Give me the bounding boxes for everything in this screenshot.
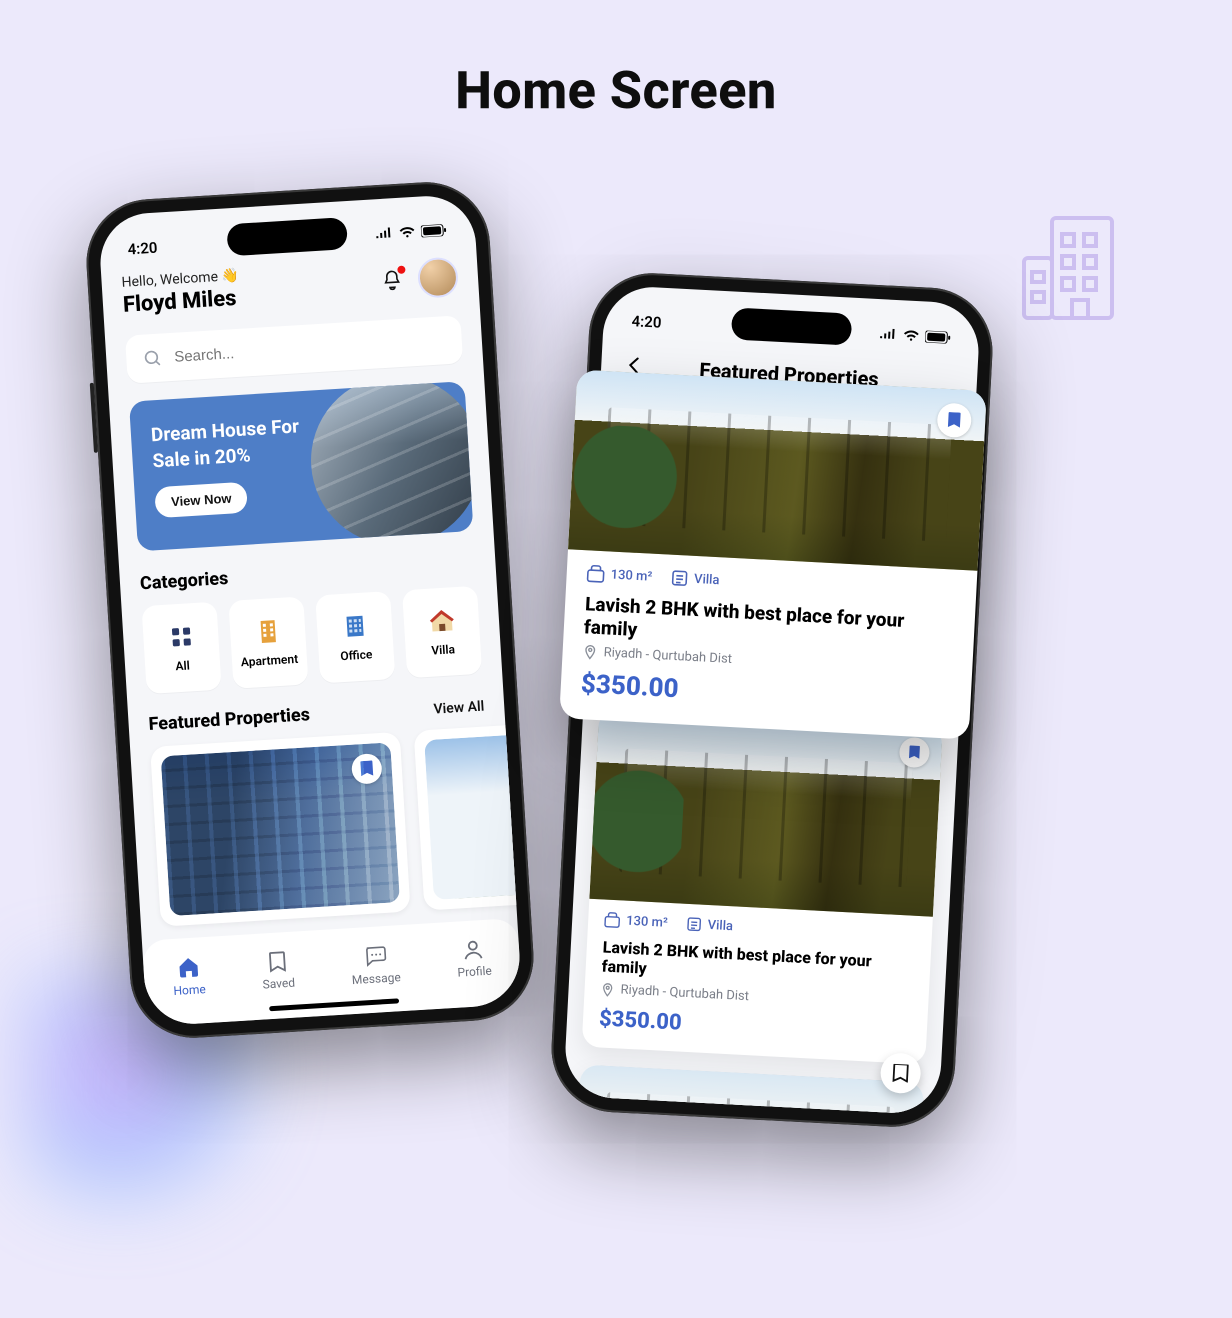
nav-home[interactable]: Home [171, 954, 206, 998]
bookmark-icon [947, 412, 962, 429]
property-card[interactable] [574, 1064, 924, 1115]
category-label: Villa [431, 642, 455, 657]
area-icon [586, 564, 605, 583]
apartment-icon [253, 617, 283, 647]
bookmark-icon [266, 950, 289, 973]
category-all[interactable]: All [141, 602, 221, 694]
bookmark-icon [359, 760, 374, 777]
nav-profile[interactable]: Profile [456, 938, 493, 980]
featured-image [161, 742, 400, 916]
promo-title: Dream House For Sale in 20% [150, 412, 323, 474]
nav-label: Profile [457, 964, 492, 980]
promo-banner: Dream House For Sale in 20% View Now [129, 381, 474, 551]
phone-home: 4:20 Hello, Welcome 👋 Floyd Miles [83, 178, 538, 1041]
location-icon [600, 982, 615, 997]
bookmark-button[interactable] [351, 753, 383, 785]
bottom-nav: Home Saved Message Profile [142, 918, 523, 1027]
type-chip: Villa [685, 916, 733, 934]
bookmark-button[interactable] [936, 402, 972, 438]
page-title: Home Screen [0, 60, 1232, 121]
featured-card[interactable] [414, 724, 523, 911]
property-card-highlighted[interactable]: 130 m² Villa Lavish 2 BHK with best plac… [559, 370, 987, 740]
office-icon [340, 611, 370, 641]
decorative-building-icon [1012, 210, 1132, 330]
bookmark-button[interactable] [899, 737, 931, 769]
status-time: 4:20 [127, 239, 158, 259]
promo-cta-button[interactable]: View Now [154, 482, 248, 519]
signal-icon [879, 328, 898, 341]
category-apartment[interactable]: Apartment [228, 596, 308, 688]
featured-title: Featured Properties [148, 704, 310, 735]
category-label: All [175, 658, 190, 673]
featured-card[interactable] [150, 732, 411, 927]
villa-icon [427, 606, 457, 636]
nav-saved[interactable]: Saved [261, 950, 296, 992]
signal-icon [375, 227, 394, 240]
wifi-icon [903, 329, 920, 342]
property-price: $350.00 [580, 669, 951, 718]
area-icon [604, 912, 621, 929]
search-icon [142, 348, 163, 369]
grid-icon [166, 622, 196, 652]
profile-icon [462, 938, 485, 961]
category-label: Office [340, 647, 373, 663]
property-image [574, 1064, 924, 1115]
category-label: Apartment [240, 652, 298, 669]
promo-image [306, 381, 473, 550]
featured-image [424, 734, 522, 900]
nav-label: Home [173, 982, 206, 998]
notifications-button[interactable] [379, 267, 404, 292]
message-icon [362, 943, 387, 968]
search-input[interactable] [174, 332, 447, 366]
area-chip: 130 m² [586, 564, 652, 585]
type-chip: Villa [670, 569, 720, 590]
property-image [589, 709, 942, 917]
view-all-link[interactable]: View All [433, 699, 485, 718]
user-name: Floyd Miles [122, 286, 241, 318]
type-icon [685, 916, 702, 933]
property-card[interactable]: 130 m² Villa Lavish 2 BHK with best plac… [582, 709, 943, 1065]
category-villa[interactable]: Villa [402, 586, 482, 678]
bookmark-icon [892, 1064, 909, 1083]
property-image [568, 370, 987, 571]
nav-message[interactable]: Message [350, 942, 401, 987]
property-price: $350.00 [598, 1006, 911, 1047]
type-icon [670, 569, 689, 588]
battery-icon [421, 224, 448, 238]
wifi-icon [399, 226, 416, 239]
notification-dot [397, 265, 405, 273]
dynamic-island [731, 307, 853, 345]
battery-icon [925, 331, 952, 344]
area-chip: 130 m² [604, 912, 668, 931]
nav-label: Saved [262, 976, 295, 992]
bookmark-icon [908, 745, 921, 760]
home-icon [176, 954, 201, 979]
avatar[interactable] [417, 256, 459, 298]
home-indicator [269, 998, 399, 1011]
search-field[interactable] [125, 315, 463, 383]
nav-label: Message [352, 970, 402, 987]
category-office[interactable]: Office [315, 591, 395, 683]
location-icon [582, 644, 598, 660]
status-time: 4:20 [631, 312, 662, 332]
